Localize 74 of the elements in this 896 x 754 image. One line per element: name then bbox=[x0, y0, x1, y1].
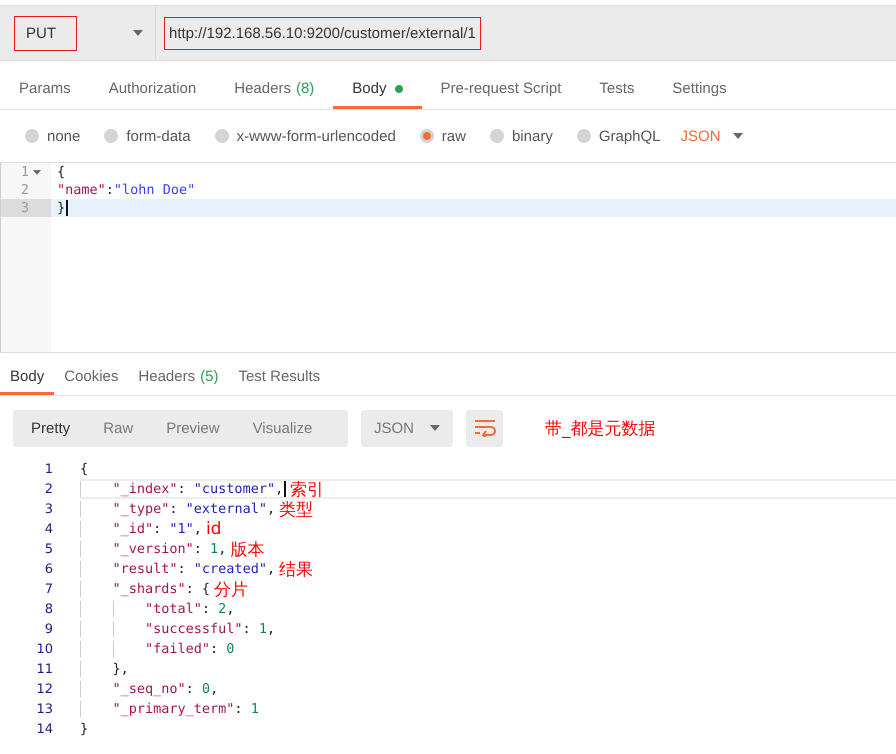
code-line: "_version": 1, bbox=[112, 541, 226, 557]
format-dropdown[interactable]: JSON bbox=[680, 128, 743, 144]
tab[interactable]: Tests bbox=[580, 71, 654, 109]
code-line: "_seq_no": 0, bbox=[112, 681, 218, 697]
line-number: 2 bbox=[20, 182, 29, 198]
code-line: "name":"lohn Doe" bbox=[57, 182, 196, 198]
text-cursor bbox=[66, 200, 68, 216]
code-line: }, bbox=[112, 661, 129, 677]
code-line: { bbox=[80, 461, 88, 477]
tab[interactable]: Body bbox=[333, 71, 422, 109]
caret-icon bbox=[430, 425, 440, 431]
view-mode-button[interactable]: Preview bbox=[154, 410, 232, 446]
line-number: 1 bbox=[44, 462, 53, 476]
code-line: "_index": "customer", bbox=[112, 481, 284, 497]
line-number: 2 bbox=[44, 482, 53, 496]
tab[interactable]: Headers (8) bbox=[215, 71, 334, 109]
line-number: 12 bbox=[36, 682, 53, 696]
line-number: 1 bbox=[20, 164, 29, 180]
code-line: { bbox=[57, 164, 66, 180]
tab[interactable]: Headers (5) bbox=[128, 361, 228, 395]
line-number: 4 bbox=[44, 522, 53, 536]
code-line: "result": "created", bbox=[112, 561, 276, 577]
line-number: 6 bbox=[44, 562, 53, 576]
radio-option[interactable]: none bbox=[25, 128, 80, 144]
tab[interactable]: Test Results bbox=[228, 361, 330, 395]
code-line: "total": 2, bbox=[145, 601, 234, 617]
line-number: 10 bbox=[36, 642, 53, 656]
code-line: "_id": "1", bbox=[112, 521, 202, 537]
format-dropdown[interactable]: JSON bbox=[361, 410, 453, 446]
wrap-lines-button[interactable] bbox=[466, 410, 503, 446]
url-field[interactable]: http://192.168.56.10:9200/customer/external/1 bbox=[164, 16, 481, 50]
annotation-note: 结果 bbox=[279, 558, 314, 580]
tab[interactable]: Body bbox=[0, 361, 54, 395]
radio-option[interactable]: GraphQL bbox=[576, 128, 661, 144]
caret-icon bbox=[732, 133, 743, 139]
annotation-note: 索引 bbox=[290, 478, 324, 500]
line-number: 3 bbox=[44, 502, 53, 516]
tab[interactable]: Params bbox=[0, 71, 90, 109]
annotation-note: 版本 bbox=[230, 538, 264, 560]
code-line: "_type": "external", bbox=[112, 501, 276, 517]
view-mode-button[interactable]: Visualize bbox=[240, 410, 324, 446]
code-line: } bbox=[80, 721, 88, 737]
radio-option[interactable]: binary bbox=[490, 128, 553, 144]
method-select[interactable]: PUT bbox=[14, 6, 156, 60]
line-number: 5 bbox=[44, 542, 53, 556]
line-number: 8 bbox=[44, 602, 53, 616]
view-mode-button[interactable]: Raw bbox=[91, 410, 146, 446]
code-line: "successful": 1, bbox=[145, 621, 276, 637]
code-line: "failed": 0 bbox=[145, 641, 234, 657]
line-number: 14 bbox=[36, 722, 53, 736]
line-number: 7 bbox=[44, 582, 53, 596]
radio-option[interactable]: form-data bbox=[104, 128, 191, 144]
line-number: 13 bbox=[36, 702, 53, 716]
tab[interactable]: Settings bbox=[653, 71, 746, 109]
radio-option[interactable]: x-www-form-urlencoded bbox=[214, 128, 396, 144]
tab[interactable]: Pre-request Script bbox=[422, 71, 580, 109]
code-line: } bbox=[57, 200, 66, 216]
annotation-note: 类型 bbox=[279, 498, 314, 520]
annotation-note: 分片 bbox=[214, 578, 248, 600]
code-line: "_shards": { bbox=[112, 581, 210, 597]
annotation-note: id bbox=[206, 519, 222, 539]
wrap-icon bbox=[474, 419, 496, 437]
method-label: PUT bbox=[14, 16, 77, 50]
line-number: 11 bbox=[36, 662, 53, 676]
line-number: 9 bbox=[44, 622, 53, 636]
line-number: 3 bbox=[20, 200, 29, 216]
tab[interactable]: Authorization bbox=[90, 71, 216, 109]
text-cursor bbox=[284, 480, 286, 498]
code-line: "_primary_term": 1 bbox=[112, 701, 259, 717]
caret-icon bbox=[133, 30, 143, 36]
tab[interactable]: Cookies bbox=[54, 361, 128, 395]
annotation-note: 带_都是元数据 bbox=[545, 418, 656, 440]
radio-option[interactable]: raw bbox=[420, 128, 466, 144]
view-mode-button[interactable]: Pretty bbox=[19, 410, 82, 446]
